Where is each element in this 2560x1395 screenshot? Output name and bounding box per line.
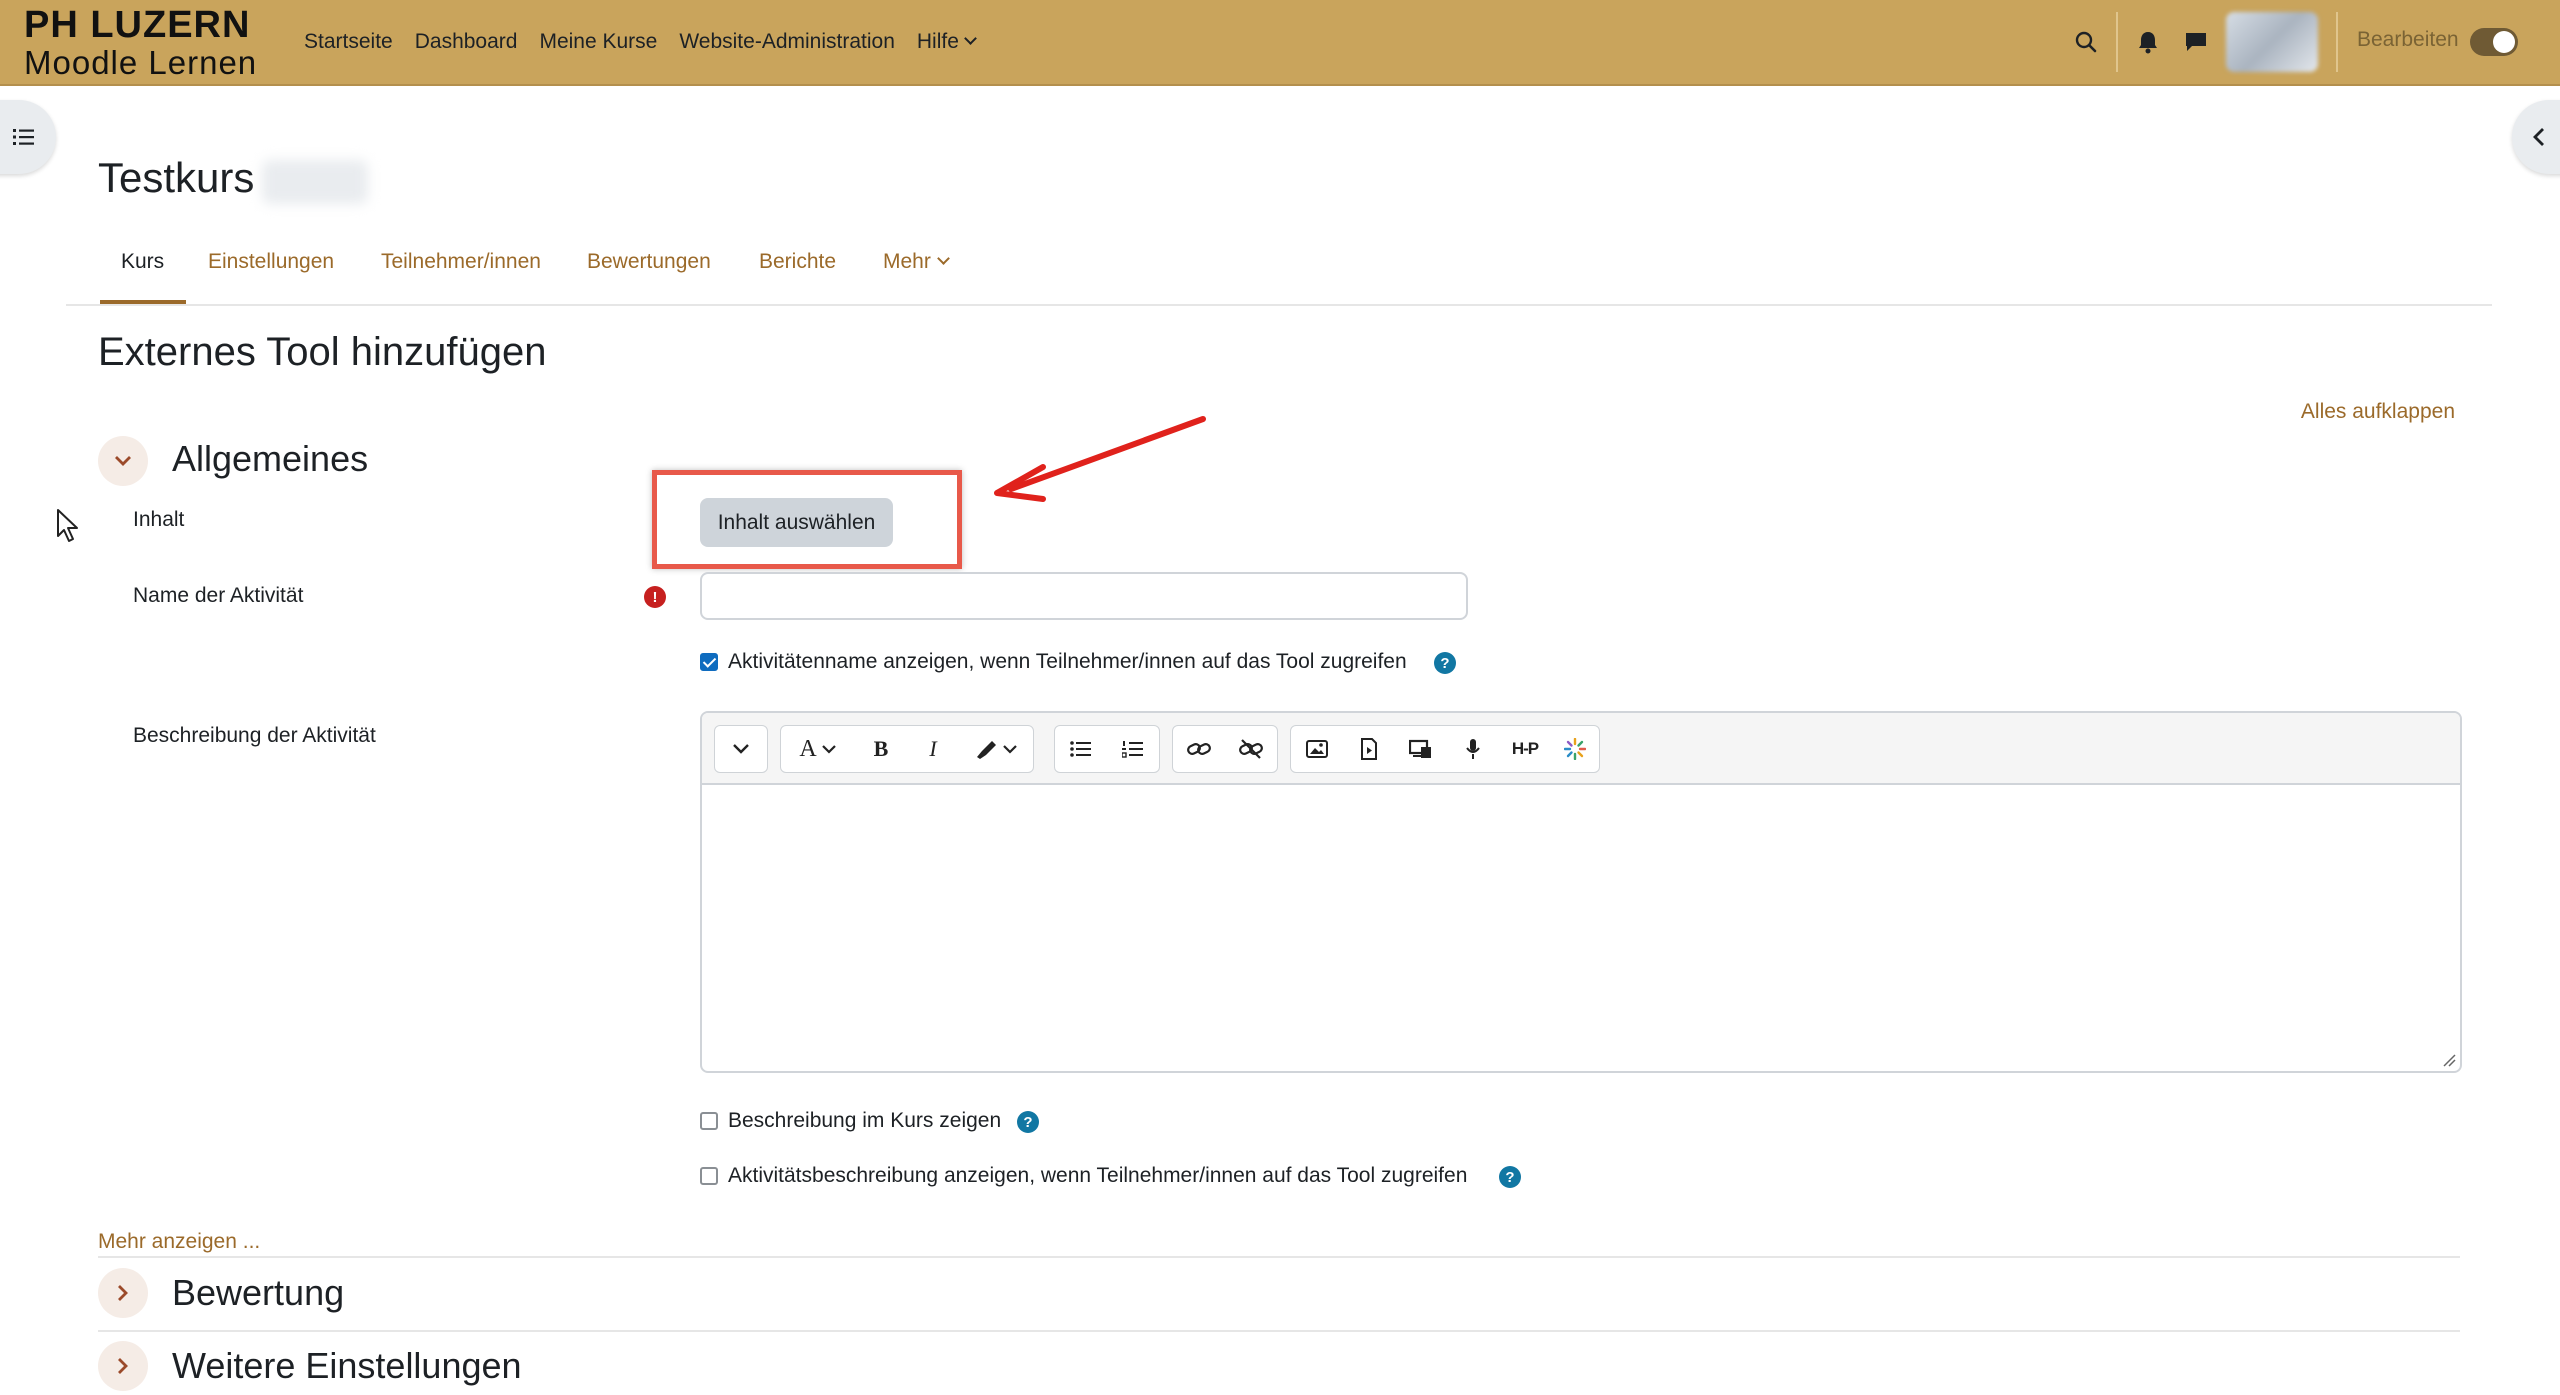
annotation-highlight-box (652, 470, 962, 569)
toolbar-group (1172, 725, 1278, 773)
unlink-icon[interactable] (1225, 726, 1277, 772)
activity-name-input[interactable] (700, 572, 1468, 620)
navbar-divider (2116, 12, 2118, 72)
toggle-knob (2493, 31, 2515, 53)
show-name-checkbox[interactable] (700, 653, 718, 671)
top-navbar: PH LUZERN Moodle Lernen Startseite Dashb… (0, 0, 2560, 86)
numbered-list-icon[interactable] (1107, 726, 1159, 772)
show-description-tool-checkbox[interactable] (700, 1167, 718, 1185)
tabs-divider (66, 304, 2492, 306)
chevron-left-icon (2533, 128, 2544, 146)
chevron-right-icon (118, 1285, 128, 1301)
manage-files-icon[interactable] (1395, 726, 1447, 772)
nav-hilfe-dropdown[interactable]: Hilfe (916, 30, 977, 54)
show-description-course-label: Beschreibung im Kurs zeigen (728, 1109, 1002, 1132)
course-title: Testkurs (98, 154, 255, 201)
section-more-settings-toggle[interactable] (98, 1341, 148, 1391)
show-more-link[interactable]: Mehr anzeigen ... (98, 1230, 260, 1254)
chat-icon[interactable] (2176, 22, 2216, 62)
bell-icon[interactable] (2128, 22, 2168, 62)
course-index-drawer-button[interactable] (0, 100, 56, 174)
section-grading-toggle[interactable] (98, 1268, 148, 1318)
required-icon: ! (644, 586, 666, 608)
primary-navigation: Startseite Dashboard Meine Kurse Website… (304, 0, 977, 84)
tab-teilnehmer[interactable]: Teilnehmer/innen (381, 250, 541, 274)
annotation-arrow-icon (994, 416, 1206, 502)
tab-einstellungen[interactable]: Einstellungen (208, 250, 334, 274)
ai-icon[interactable] (1551, 726, 1599, 772)
show-description-course-checkbox[interactable] (700, 1112, 718, 1130)
highlight-icon[interactable] (959, 726, 1033, 772)
activity-name-label: Name der Aktivität (133, 584, 304, 607)
toolbar-group: H-P (1290, 725, 1600, 773)
help-icon[interactable]: ? (1017, 1111, 1039, 1133)
nav-startseite[interactable]: Startseite (304, 30, 393, 54)
bold-icon[interactable]: B (855, 726, 907, 772)
bold-glyph: B (873, 736, 889, 761)
tab-kurs-label: Kurs (121, 250, 165, 273)
section-divider (98, 1330, 2460, 1332)
chevron-down-icon (115, 456, 131, 466)
edit-mode-toggle[interactable] (2470, 28, 2518, 56)
user-avatar[interactable] (2226, 12, 2318, 72)
link-icon[interactable] (1173, 726, 1225, 772)
font-glyph: A (799, 735, 817, 762)
search-icon[interactable] (2066, 22, 2106, 62)
show-name-label: Aktivitätenname anzeigen, wenn Teilnehme… (728, 650, 1407, 673)
content-label: Inhalt (133, 508, 185, 531)
mouse-cursor-icon (57, 509, 78, 542)
toolbar-group: A B I (780, 725, 1034, 773)
section-general-toggle[interactable] (98, 436, 148, 486)
navbar-divider (2336, 12, 2338, 72)
chevron-down-icon (964, 32, 977, 45)
tab-mehr-dropdown[interactable]: Mehr (883, 250, 950, 274)
tab-kurs[interactable]: Kurs (121, 250, 164, 274)
tab-bewertungen[interactable]: Bewertungen (587, 250, 711, 274)
bullet-list-icon[interactable] (1055, 726, 1107, 772)
resize-handle-icon[interactable] (2442, 1053, 2456, 1067)
edit-mode-label: Bearbeiten (2357, 28, 2459, 51)
section-divider (98, 1256, 2460, 1258)
italic-icon[interactable]: I (907, 726, 959, 772)
chevron-right-icon (118, 1358, 128, 1374)
tab-mehr-label: Mehr (883, 250, 931, 273)
toolbar-group (1054, 725, 1160, 773)
nav-hilfe-label: Hilfe (916, 30, 959, 53)
section-grading-title: Bewertung (172, 1272, 345, 1313)
section-general-title: Allgemeines (172, 438, 369, 479)
nav-website-administration[interactable]: Website-Administration (679, 30, 895, 54)
record-audio-icon[interactable] (1447, 726, 1499, 772)
help-icon[interactable]: ? (1434, 652, 1456, 674)
editor-toolbar: A B I H-P (702, 713, 2460, 785)
course-tabs: Kurs Einstellungen Teilnehmer/innen Bewe… (100, 238, 2492, 306)
collapse-icon[interactable] (715, 726, 767, 772)
nav-meine-kurse[interactable]: Meine Kurse (539, 30, 657, 54)
tab-berichte[interactable]: Berichte (759, 250, 836, 274)
chevron-down-icon (936, 252, 950, 265)
media-icon[interactable] (1343, 726, 1395, 772)
list-icon (13, 129, 34, 145)
site-logo[interactable]: PH LUZERN Moodle Lernen (24, 4, 257, 80)
image-icon[interactable] (1291, 726, 1343, 772)
h5p-glyph: H-P (1511, 739, 1539, 758)
description-label: Beschreibung der Aktivität (133, 724, 376, 747)
h5p-icon[interactable]: H-P (1499, 726, 1551, 772)
toolbar-group (714, 725, 768, 773)
description-editor[interactable]: A B I H-P (700, 711, 2462, 1073)
expand-all-link[interactable]: Alles aufklappen (2301, 400, 2455, 424)
italic-glyph: I (929, 736, 937, 761)
logo-line-1: PH LUZERN (24, 4, 251, 46)
help-icon[interactable]: ? (1499, 1166, 1521, 1188)
nav-dashboard[interactable]: Dashboard (415, 30, 518, 54)
section-more-settings-title: Weitere Einstellungen (172, 1345, 522, 1386)
block-drawer-button[interactable] (2512, 100, 2560, 174)
show-description-tool-label: Aktivitätsbeschreibung anzeigen, wenn Te… (728, 1164, 1468, 1187)
blurred-course-name (262, 160, 368, 204)
logo-line-2: Moodle Lernen (24, 44, 258, 81)
page-heading: Externes Tool hinzufügen (98, 330, 547, 374)
font-color-icon[interactable]: A (781, 726, 855, 772)
